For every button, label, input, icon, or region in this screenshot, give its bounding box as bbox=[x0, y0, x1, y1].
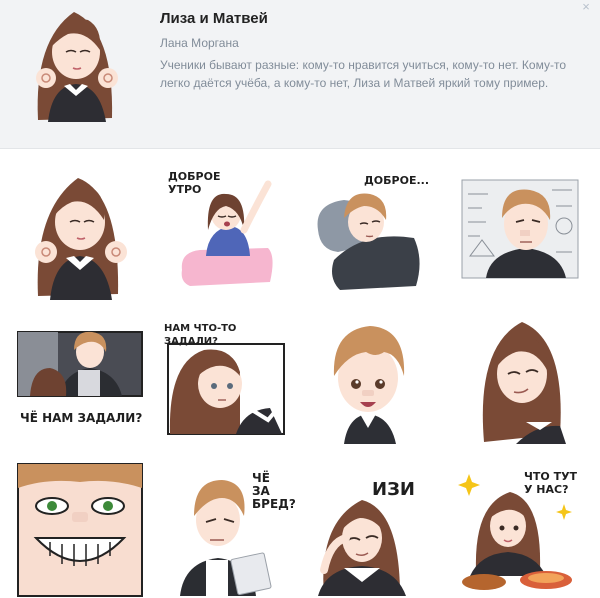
matvey-what-homework-illustration bbox=[17, 331, 143, 397]
sticker-matvey-what-homework[interactable]: ЧЁ НАМ ЗАДАЛИ? bbox=[16, 306, 144, 446]
sticker-liza-whats-there[interactable]: ЧТО ТУТ У НАС? bbox=[456, 458, 584, 598]
sticker-liza-smirk[interactable] bbox=[456, 306, 584, 446]
pack-title: Лиза и Матвей bbox=[160, 10, 268, 27]
sticker-matvey-smile[interactable] bbox=[304, 306, 432, 446]
sticker-matvey-good-morning[interactable]: ДОБРОЕ... bbox=[304, 160, 432, 300]
sticker-liza-good-morning[interactable]: ДОБРОЕ УТРО bbox=[160, 160, 288, 300]
sticker-caption: ДОБРОЕ УТРО bbox=[168, 170, 221, 196]
sticker-matvey-nonsense[interactable]: ЧЁ ЗА БРЕД? bbox=[160, 458, 296, 598]
pack-description: Ученики бывают разные: кому-то нравится … bbox=[160, 58, 567, 90]
matvey-grin-illustration bbox=[17, 463, 143, 597]
close-icon[interactable]: × bbox=[578, 0, 594, 14]
sticker-liza-ok-gesture[interactable] bbox=[16, 160, 144, 300]
pack-author-link[interactable]: Лана Моргана bbox=[160, 36, 239, 50]
sticker-pack-header: Лиза и Матвей Лана Моргана Ученики бываю… bbox=[0, 0, 600, 149]
sticker-liza-what-homework[interactable]: НАМ ЧТО-ТО ЗАДАЛИ? bbox=[160, 306, 288, 446]
sticker-caption: ИЗИ bbox=[372, 479, 415, 500]
sticker-matvey-math[interactable] bbox=[456, 160, 584, 300]
sticker-liza-easy[interactable]: ИЗИ bbox=[304, 458, 432, 598]
sticker-caption: НАМ ЧТО-ТО ЗАДАЛИ? bbox=[164, 323, 237, 347]
sticker-matvey-grin[interactable] bbox=[16, 458, 144, 598]
sticker-caption: ДОБРОЕ... bbox=[364, 174, 429, 187]
matvey-smile-illustration bbox=[333, 326, 405, 444]
liza-smirk-illustration bbox=[482, 322, 566, 444]
sticker-grid: ДОБРОЕ УТРО ДОБРОЕ... ЧЁ НАМ ЗАДАЛИ? НАМ… bbox=[0, 160, 600, 598]
pack-cover-image bbox=[36, 12, 118, 122]
matvey-math-illustration bbox=[461, 179, 579, 279]
sticker-caption: ЧЁ ЗА БРЕД? bbox=[252, 471, 296, 511]
sticker-caption: ЧТО ТУТ У НАС? bbox=[524, 470, 578, 496]
sticker-caption: ЧЁ НАМ ЗАДАЛИ? bbox=[20, 411, 143, 425]
liza-ok-illustration bbox=[35, 178, 127, 300]
